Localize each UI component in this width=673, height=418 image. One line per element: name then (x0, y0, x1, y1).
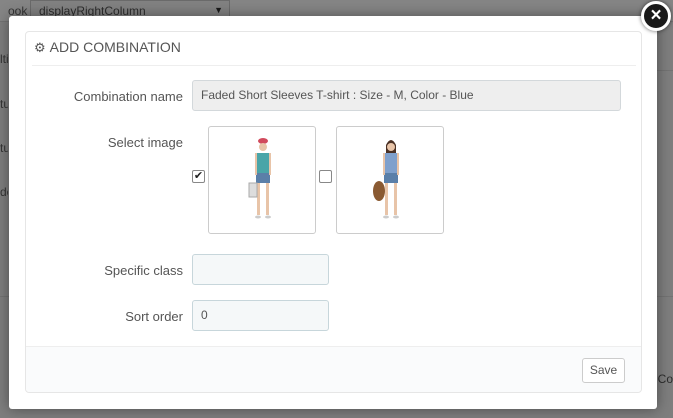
sort-order-input[interactable]: 0 (192, 300, 329, 331)
image-1-thumbnail[interactable] (208, 126, 316, 234)
image-1-checkbox[interactable]: ✔ (192, 170, 205, 183)
product-photo-2-icon (373, 140, 399, 219)
heading-divider (32, 65, 636, 66)
specific-class-label: Specific class (104, 263, 183, 278)
panel-footer: Save (26, 346, 641, 392)
close-icon: × (650, 5, 662, 26)
sort-order-label: Sort order (125, 309, 183, 324)
select-image-label: Select image (107, 135, 183, 150)
add-combination-modal: ⚙ ADD COMBINATION Combination name Faded … (9, 16, 657, 409)
close-button[interactable]: × (641, 1, 671, 31)
image-2-checkbox[interactable] (319, 170, 332, 183)
cogs-icon: ⚙ (34, 40, 46, 55)
image-2-thumbnail[interactable] (336, 126, 444, 234)
combination-panel: ⚙ ADD COMBINATION Combination name Faded … (25, 31, 642, 393)
save-button[interactable]: Save (582, 358, 625, 383)
combination-name-label: Combination name (73, 89, 183, 104)
panel-heading: ⚙ ADD COMBINATION (26, 32, 641, 64)
specific-class-input[interactable] (192, 254, 329, 285)
product-photo-1-icon (248, 138, 271, 219)
combination-name-field: Faded Short Sleeves T-shirt : Size - M, … (192, 80, 621, 111)
panel-title: ADD COMBINATION (49, 39, 181, 55)
